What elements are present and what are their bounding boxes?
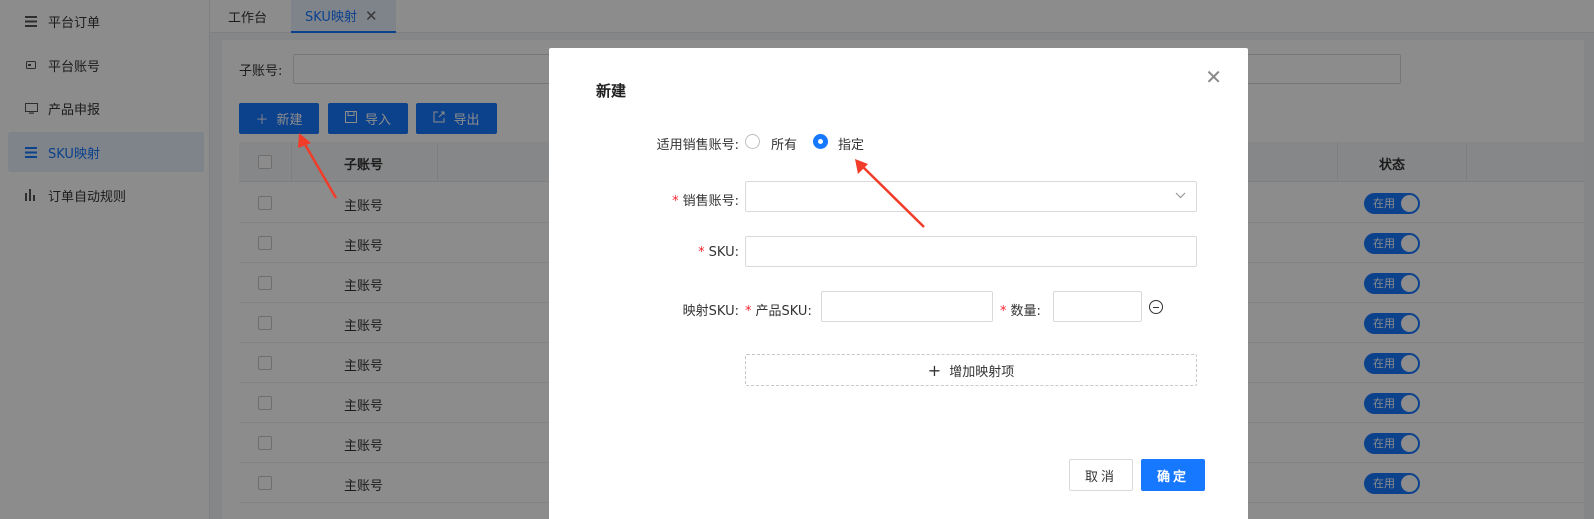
quantity-label: * 数量: [1000, 304, 1041, 319]
plus-icon: + [927, 360, 942, 380]
cancel-button[interactable]: 取消 [1069, 459, 1133, 491]
dialog-title: 新建 [596, 82, 627, 100]
sku-input[interactable] [745, 236, 1197, 267]
applicable-accounts-label: 适用销售账号: [656, 138, 739, 153]
confirm-button[interactable]: 确定 [1141, 459, 1205, 491]
close-icon[interactable]: ✕ [1205, 67, 1222, 87]
sales-account-label: * 销售账号: [672, 194, 739, 209]
product-sku-label: * 产品SKU: [745, 304, 812, 319]
add-mapping-label: 增加映射项 [949, 364, 1015, 380]
sku-label: * SKU: [698, 245, 739, 260]
sales-account-select[interactable] [745, 181, 1197, 212]
radio-specified-label: 指定 [838, 138, 865, 153]
product-sku-input[interactable] [821, 291, 993, 322]
radio-specified[interactable] [813, 134, 828, 149]
mapping-sku-label: 映射SKU: [682, 304, 739, 319]
chevron-down-icon [1175, 189, 1186, 202]
radio-all-label: 所有 [771, 138, 798, 153]
new-mapping-dialog: 新建 ✕ 适用销售账号: 所有 指定 * 销售账号: * SKU: 映射SKU: *… [549, 48, 1248, 519]
radio-all[interactable] [745, 134, 760, 149]
remove-mapping-icon[interactable] [1149, 300, 1163, 314]
quantity-input[interactable] [1053, 291, 1142, 322]
add-mapping-button[interactable]: + 增加映射项 [745, 354, 1197, 386]
